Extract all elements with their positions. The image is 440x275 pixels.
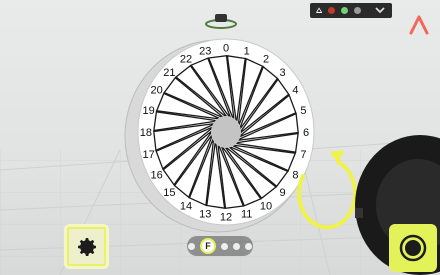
dial-number: 19 — [142, 105, 154, 117]
settings-button[interactable] — [64, 224, 109, 269]
page-indicator[interactable]: F — [187, 236, 253, 256]
dial-number: 4 — [292, 85, 298, 97]
tree-icon[interactable]: ⩟ — [316, 5, 322, 16]
status-dot-green — [341, 7, 349, 14]
dial-number: 20 — [150, 85, 162, 97]
dial-number: 11 — [241, 209, 252, 221]
ar-anchor-icon[interactable] — [204, 13, 238, 29]
record-button[interactable] — [389, 224, 437, 272]
dial-number: 9 — [280, 187, 286, 199]
dial-number: 5 — [300, 105, 306, 117]
dial-number: 14 — [180, 200, 192, 212]
dial-number: 2 — [263, 54, 269, 66]
dial-number: 13 — [199, 209, 211, 221]
dial-number: 17 — [142, 149, 154, 161]
top-status-bar[interactable]: ⩟ — [310, 3, 392, 18]
dial-hub — [211, 116, 241, 148]
dial-number: 12 — [220, 212, 232, 224]
page-dot-active[interactable]: F — [200, 238, 216, 254]
ar-viewport[interactable]: 0 1 2 3 4 5 6 7 8 9 10 11 12 13 14 15 16 17 18 19 20 21 22 23 ⩟ — [0, 0, 440, 275]
page-dot[interactable] — [221, 242, 228, 250]
record-icon — [399, 234, 427, 262]
dial-number: 18 — [140, 127, 152, 139]
dial-number: 15 — [163, 187, 175, 199]
chevron-down-icon[interactable] — [374, 4, 386, 16]
page-dot[interactable] — [188, 242, 195, 250]
dial-number: 3 — [280, 67, 286, 79]
status-dot-red — [328, 7, 336, 14]
dial-number: 22 — [180, 54, 192, 66]
dial-number: 16 — [150, 169, 162, 181]
dial-number: 8 — [292, 169, 298, 181]
app-logo — [409, 15, 429, 35]
dial-number: 6 — [303, 127, 309, 139]
dial-number: 0 — [223, 42, 229, 54]
dial-number: 23 — [199, 45, 211, 57]
gear-icon — [77, 237, 96, 256]
dial-number: 21 — [163, 67, 175, 79]
dial-number: 10 — [260, 200, 272, 212]
page-dot[interactable] — [245, 242, 252, 250]
page-dot[interactable] — [233, 242, 240, 250]
status-dot-grey — [354, 7, 362, 14]
dial-number: 1 — [244, 45, 250, 57]
dial-number: 7 — [300, 149, 306, 161]
